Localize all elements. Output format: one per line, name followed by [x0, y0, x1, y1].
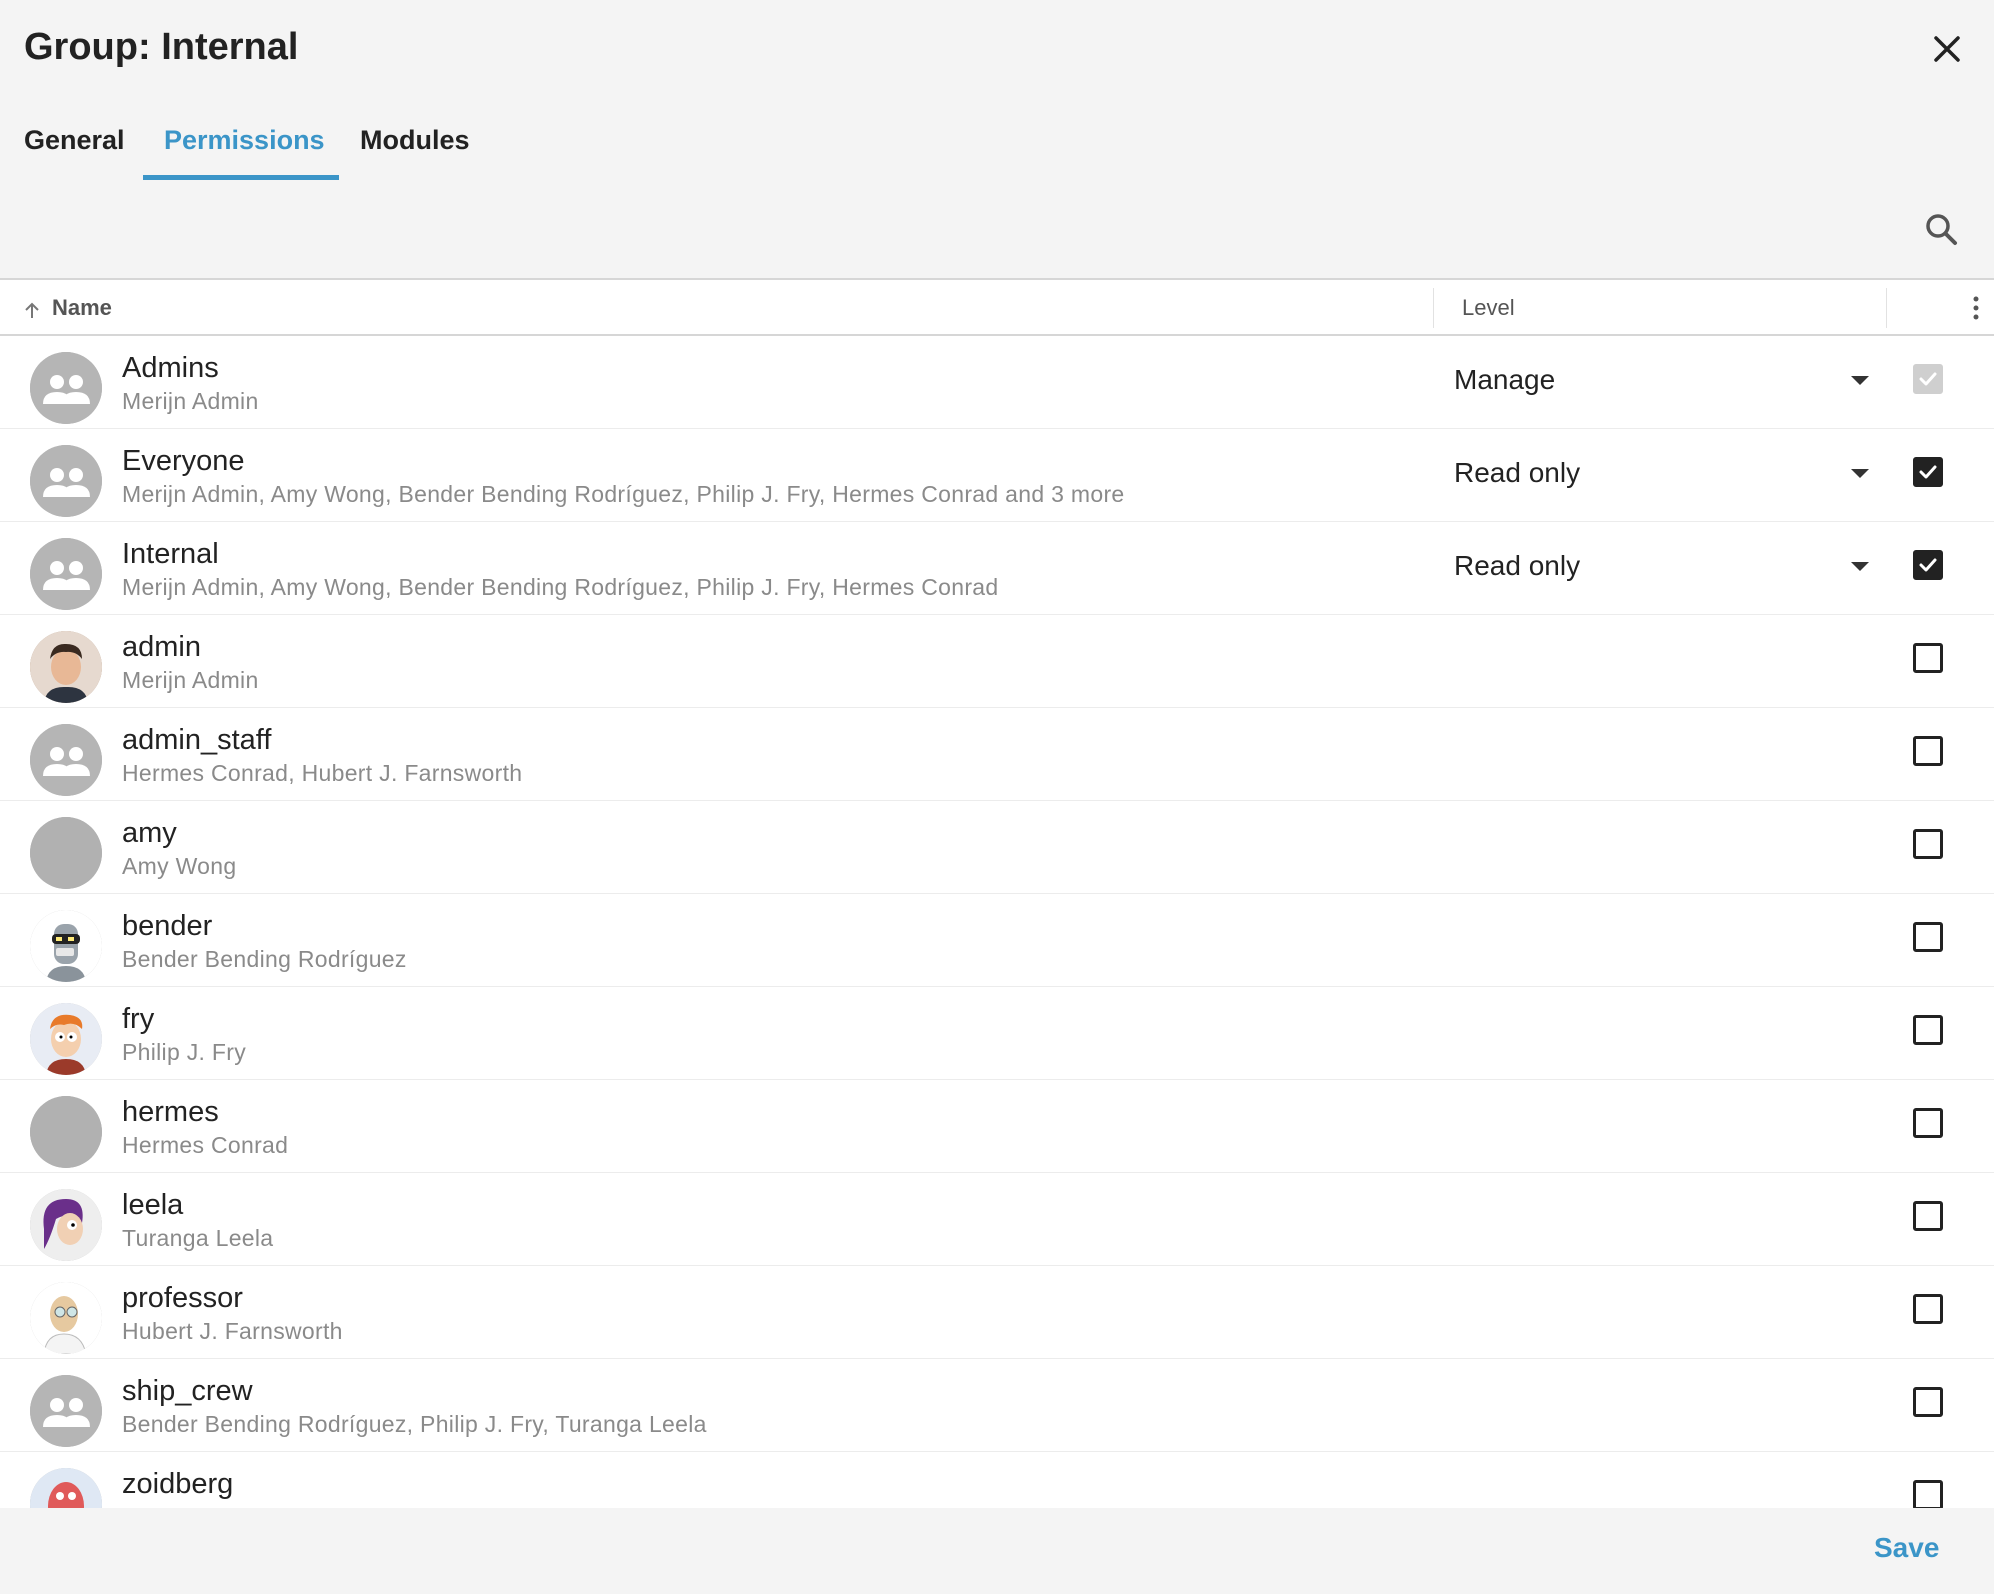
avatar: [30, 1189, 102, 1261]
tab-modules[interactable]: Modules: [360, 112, 470, 182]
avatar: [30, 1468, 102, 1508]
item-name: ship_crew: [122, 1375, 253, 1407]
column-divider: [1433, 288, 1434, 328]
item-name: amy: [122, 817, 177, 849]
item-members: Philip J. Fry: [122, 1039, 247, 1065]
avatar: [30, 1003, 102, 1075]
grid-toolbar: [0, 182, 1994, 280]
search-icon: [1926, 214, 1957, 245]
item-members: Merijn Admin, Amy Wong, Bender Bending R…: [122, 481, 1125, 507]
column-header-name[interactable]: Name: [52, 295, 112, 321]
tab-general[interactable]: General: [24, 112, 125, 182]
active-tab-indicator: [143, 175, 339, 180]
item-name: bender: [122, 910, 213, 942]
list-item[interactable]: leela Turanga Leela: [0, 1173, 1994, 1266]
permission-checkbox: [1913, 364, 1943, 394]
column-header-level[interactable]: Level: [1462, 295, 1515, 321]
checkmark-icon: [1919, 558, 1937, 572]
item-members: Hubert J. Farnsworth: [122, 1318, 343, 1344]
close-button[interactable]: [1926, 28, 1968, 70]
item-members: Hermes Conrad, Hubert J. Farnsworth: [122, 760, 523, 786]
list-item[interactable]: fry Philip J. Fry: [0, 987, 1994, 1080]
item-name: Everyone: [122, 445, 245, 477]
group-avatar-icon: [30, 1375, 102, 1447]
item-members: Merijn Admin, Amy Wong, Bender Bending R…: [122, 574, 999, 600]
group-avatar-icon: [30, 538, 102, 610]
dialog-header: Group: Internal General Permissions Modu…: [0, 0, 1994, 182]
permission-checkbox[interactable]: [1913, 1480, 1943, 1508]
avatar: [30, 817, 102, 889]
checkmark-icon: [1919, 465, 1937, 479]
group-avatar-icon: [30, 445, 102, 517]
avatar: [30, 910, 102, 982]
permission-checkbox[interactable]: [1913, 643, 1943, 673]
list-item[interactable]: admin_staff Hermes Conrad, Hubert J. Farn…: [0, 708, 1994, 801]
item-name: hermes: [122, 1096, 219, 1128]
list-item[interactable]: professor Hubert J. Farnsworth: [0, 1266, 1994, 1359]
item-members: Amy Wong: [122, 853, 237, 879]
permission-checkbox[interactable]: [1913, 1108, 1943, 1138]
permissions-list: Admins Merijn Admin Manage Everyone Merijn A…: [0, 336, 1994, 1508]
item-members: Merijn Admin: [122, 388, 259, 414]
list-item[interactable]: ship_crew Bender Bending Rodríguez, Phili…: [0, 1359, 1994, 1452]
item-name: leela: [122, 1189, 184, 1221]
level-select[interactable]: Read only: [1454, 451, 1874, 497]
item-name: fry: [122, 1003, 155, 1035]
caret-down-icon: [1851, 469, 1869, 478]
item-name: admin: [122, 631, 201, 663]
grid-header: Name Level: [0, 280, 1994, 336]
column-divider: [1886, 288, 1887, 328]
level-select[interactable]: Read only: [1454, 544, 1874, 590]
group-avatar-icon: [30, 724, 102, 796]
list-item[interactable]: Internal Merijn Admin, Amy Wong, Bender B…: [0, 522, 1994, 615]
save-button[interactable]: Save: [1874, 1532, 1939, 1564]
search-button[interactable]: [1922, 210, 1962, 250]
item-members: Turanga Leela: [122, 1225, 274, 1251]
close-icon: [1934, 36, 1960, 62]
item-members: Bender Bending Rodríguez, Philip J. Fry,…: [122, 1411, 707, 1437]
permission-checkbox[interactable]: [1913, 1201, 1943, 1231]
item-name: Internal: [122, 538, 219, 570]
list-item[interactable]: hermes Hermes Conrad: [0, 1080, 1994, 1173]
caret-down-icon: [1851, 376, 1869, 385]
level-value: Manage: [1454, 364, 1556, 395]
permission-checkbox[interactable]: [1913, 550, 1943, 580]
permission-checkbox[interactable]: [1913, 1015, 1943, 1045]
item-members: Merijn Admin: [122, 667, 259, 693]
level-select[interactable]: Manage: [1454, 358, 1874, 404]
item-name: admin_staff: [122, 724, 272, 756]
sort-ascending-icon[interactable]: [22, 300, 42, 320]
checkmark-icon: [1919, 372, 1937, 386]
permission-checkbox[interactable]: [1913, 922, 1943, 952]
permission-checkbox[interactable]: [1913, 457, 1943, 487]
caret-down-icon: [1851, 562, 1869, 571]
level-value: Read only: [1454, 550, 1581, 581]
list-item[interactable]: amy Amy Wong: [0, 801, 1994, 894]
item-members: Bender Bending Rodríguez: [122, 946, 407, 972]
dialog-title: Group: Internal: [24, 26, 299, 68]
list-item[interactable]: Everyone Merijn Admin, Amy Wong, Bender B…: [0, 429, 1994, 522]
avatar: [30, 1096, 102, 1168]
dialog-footer: Save: [0, 1508, 1994, 1594]
permission-checkbox[interactable]: [1913, 1294, 1943, 1324]
list-item[interactable]: zoidberg: [0, 1452, 1994, 1508]
list-item[interactable]: Admins Merijn Admin Manage: [0, 336, 1994, 429]
item-name: professor: [122, 1282, 243, 1314]
permission-checkbox[interactable]: [1913, 829, 1943, 859]
avatar: [30, 631, 102, 703]
more-vertical-icon[interactable]: [1963, 294, 1989, 322]
avatar: [30, 1282, 102, 1354]
tab-permissions[interactable]: Permissions: [164, 112, 325, 182]
level-value: Read only: [1454, 457, 1581, 488]
permission-checkbox[interactable]: [1913, 1387, 1943, 1417]
item-name: Admins: [122, 352, 219, 384]
item-name: zoidberg: [122, 1468, 234, 1500]
list-item[interactable]: admin Merijn Admin: [0, 615, 1994, 708]
item-members: Hermes Conrad: [122, 1132, 289, 1158]
list-item[interactable]: bender Bender Bending Rodríguez: [0, 894, 1994, 987]
permission-checkbox[interactable]: [1913, 736, 1943, 766]
group-avatar-icon: [30, 352, 102, 424]
